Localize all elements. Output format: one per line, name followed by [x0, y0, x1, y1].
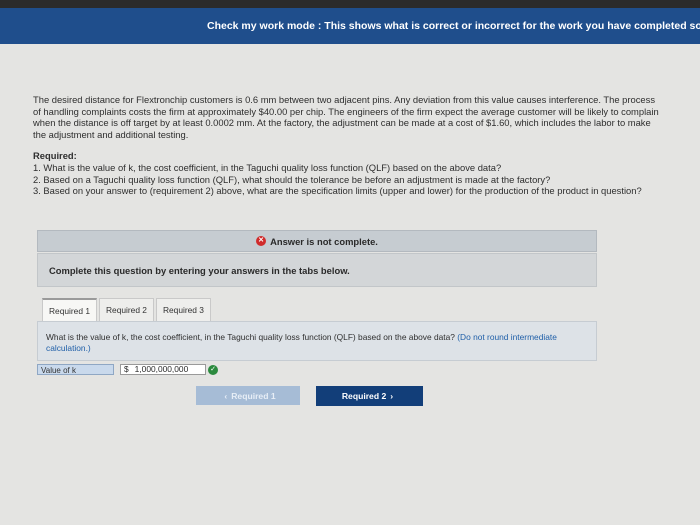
value-of-k-label: Value of k [37, 364, 114, 375]
chevron-left-icon: ‹ [224, 390, 228, 401]
answer-row: Value of k $ 1,000,000,000 ✓ [37, 364, 218, 375]
requirement-3: 3. Based on your answer to (requirement … [33, 185, 642, 197]
prev-required-button[interactable]: ‹ Required 1 [196, 386, 300, 405]
question-text: What is the value of k, the cost coeffic… [46, 332, 455, 342]
top-edge [0, 0, 700, 8]
next-required-button[interactable]: Required 2 › [316, 386, 423, 406]
answer-status-text: Answer is not complete. [270, 235, 378, 247]
check-my-work-banner: Check my work mode : This shows what is … [0, 8, 700, 44]
question-panel: What is the value of k, the cost coeffic… [37, 321, 597, 361]
requirement-2: 2. Based on a Taguchi quality loss funct… [33, 173, 551, 185]
problem-statement: The desired distance for Flextronchip cu… [33, 94, 663, 197]
problem-paragraph: The desired distance for Flextronchip cu… [33, 94, 659, 140]
chevron-right-icon: › [390, 391, 394, 401]
value-of-k-input[interactable]: $ 1,000,000,000 [120, 364, 206, 375]
instruction-bar: Complete this question by entering your … [37, 253, 597, 287]
tab-required-3[interactable]: Required 3 [155, 298, 211, 321]
answer-status-bar: ✕ Answer is not complete. [37, 230, 597, 252]
check-circle-icon: ✓ [208, 364, 218, 375]
x-circle-icon: ✕ [256, 236, 267, 246]
requirement-tabs: Required 1 Required 2 Required 3 [42, 298, 213, 322]
tab-required-2[interactable]: Required 2 [98, 298, 154, 321]
prev-required-label: Required 1 [231, 390, 276, 401]
next-required-label: Required 2 [341, 391, 387, 401]
required-heading: Required: [33, 150, 77, 162]
tab-required-1[interactable]: Required 1 [42, 298, 97, 322]
currency-symbol: $ [124, 364, 129, 374]
requirement-1: 1. What is the value of k, the cost coef… [33, 161, 502, 173]
value-of-k-value: 1,000,000,000 [134, 364, 189, 374]
